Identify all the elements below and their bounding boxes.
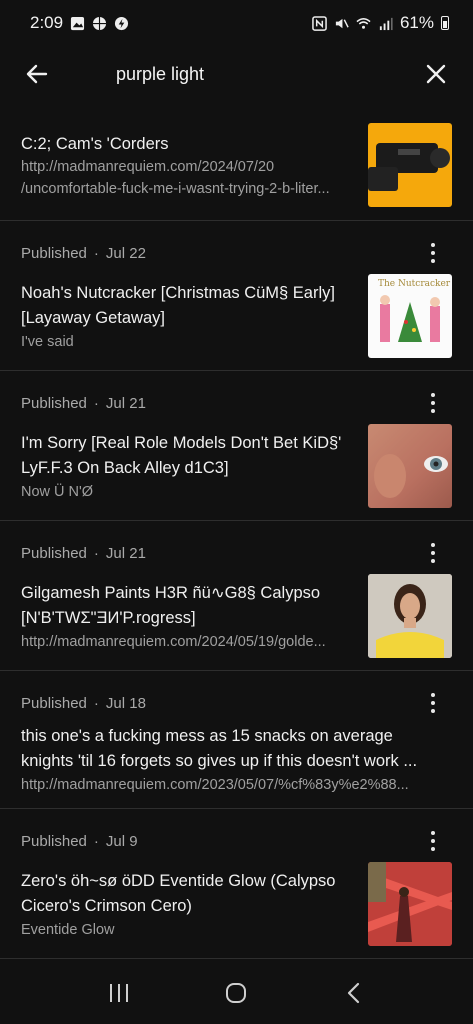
post-title: C:2; Cam's 'Corders (21, 135, 169, 153)
post-excerpt: http://madmanrequiem.com/2024/07/20 (21, 159, 275, 175)
post-status: Published (21, 695, 87, 712)
post-meta: Published · Jul 21 (21, 545, 146, 562)
post-status: Published (21, 395, 87, 412)
post-excerpt: I've said (21, 334, 74, 350)
face-closeup-image (374, 454, 448, 498)
post-excerpt: Now Ü N'Ø (21, 484, 94, 500)
battery-percent: 61% (399, 13, 434, 32)
post-title: this one's a fucking mess as 15 snacks o… (21, 727, 418, 770)
post-meta: Published · Jul 9 (21, 833, 138, 850)
list-item[interactable]: Published · Jul 22 Noah's Nutcracker [Chri… (0, 221, 473, 371)
recent-apps-icon[interactable] (99, 973, 139, 1013)
home-icon[interactable] (216, 973, 256, 1013)
post-title: Zero's öh~sø öDD Eventide Glow (Calypso … (21, 872, 336, 915)
gallery-icon (71, 16, 85, 30)
back-nav-icon[interactable] (334, 973, 374, 1013)
post-status: Published (21, 245, 87, 262)
list-item[interactable]: Published · Jul 9 Zero's öh~sø öDD Eventid… (0, 809, 473, 959)
post-thumbnail: The Nutcracker (368, 274, 452, 358)
thumbnail-text: The Nutcracker (378, 279, 451, 289)
woman-portrait-image (368, 574, 452, 658)
list-item[interactable]: Published · Jul 21 I'm Sorry [Real Role Mo… (0, 371, 473, 521)
more-options-icon[interactable] (423, 241, 443, 265)
post-excerpt: /uncomfortable-fuck-me-i-wasnt-trying-2-… (21, 181, 330, 197)
post-meta: Published · Jul 18 (21, 695, 146, 712)
post-date: Jul 18 (105, 695, 146, 712)
post-thumbnail (368, 574, 452, 658)
results-list: C:2; Cam's 'Corders http://madmanrequiem… (0, 102, 473, 959)
more-options-icon[interactable] (423, 391, 443, 415)
crimson-glow-image (368, 862, 452, 946)
post-excerpt: http://madmanrequiem.com/2024/05/19/gold… (21, 634, 326, 650)
status-bar: 2:09 61% (0, 0, 473, 46)
list-item[interactable]: C:2; Cam's 'Corders http://madmanrequiem… (0, 102, 473, 221)
system-nav-bar (0, 962, 473, 1024)
post-date: Jul 21 (105, 395, 146, 412)
mute-icon (335, 18, 349, 28)
post-date: Jul 9 (105, 833, 138, 850)
more-options-icon[interactable] (423, 829, 443, 853)
close-icon[interactable] (421, 59, 451, 89)
post-title: Gilgamesh Paints H3R ñü∿G8§ Calypso [N'B… (21, 584, 321, 627)
post-title: I'm Sorry [Real Role Models Don't Bet Ki… (21, 434, 342, 477)
bolt-icon (115, 16, 129, 30)
wifi-icon (356, 17, 371, 29)
post-status: Published (21, 545, 87, 562)
post-meta: Published · Jul 21 (21, 395, 146, 412)
post-thumbnail (368, 424, 452, 508)
camcorder-image (368, 143, 450, 191)
post-date: Jul 21 (105, 545, 146, 562)
post-title: Noah's Nutcracker [Christmas CüM§ Early]… (21, 284, 335, 327)
post-meta: Published · Jul 22 (21, 245, 146, 262)
search-input[interactable] (114, 62, 421, 86)
nutcracker-image: The Nutcracker (378, 279, 451, 342)
back-arrow-icon[interactable] (22, 59, 52, 89)
post-excerpt: http://madmanrequiem.com/2023/05/07/%cf%… (21, 777, 409, 793)
post-status: Published (21, 833, 87, 850)
list-item[interactable]: Published · Jul 21 Gilgamesh Paints H3R ñü… (0, 521, 473, 671)
post-thumbnail (368, 862, 452, 946)
sports-ball-icon (93, 16, 107, 30)
battery-icon (441, 16, 449, 30)
status-time: 2:09 (30, 13, 64, 32)
list-item[interactable]: Published · Jul 18 this one's a fucking me… (0, 671, 473, 809)
search-bar (0, 46, 473, 102)
more-options-icon[interactable] (423, 691, 443, 715)
nfc-icon (312, 15, 327, 31)
post-thumbnail (368, 123, 452, 207)
signal-icon (379, 17, 393, 30)
post-date: Jul 22 (105, 245, 146, 262)
post-excerpt: Eventide Glow (21, 922, 115, 938)
more-options-icon[interactable] (423, 541, 443, 565)
